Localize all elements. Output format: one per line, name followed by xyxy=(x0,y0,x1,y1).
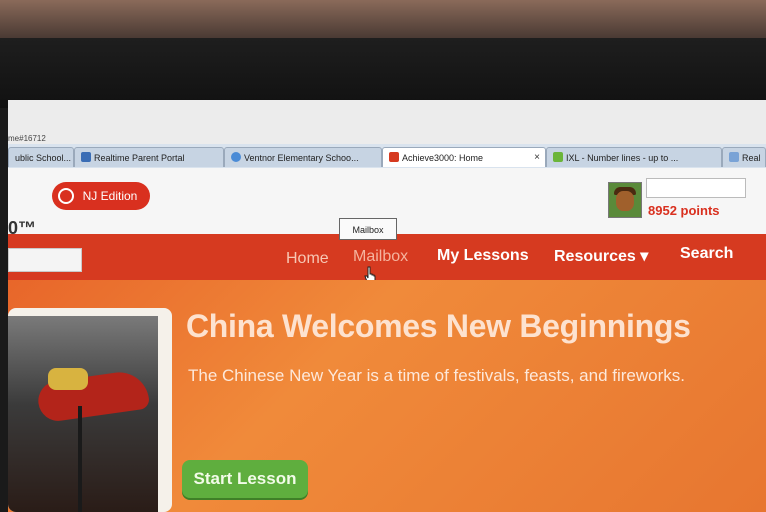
page-favicon-icon xyxy=(729,152,739,162)
nav-search[interactable]: Search xyxy=(680,245,733,263)
tab-label: Realtime Parent Portal xyxy=(94,153,185,163)
globe-icon xyxy=(58,188,74,204)
dragon-head-shape xyxy=(48,368,88,390)
nav-mailbox[interactable]: Mailbox xyxy=(353,248,408,266)
points-label: 8952 points xyxy=(648,203,720,218)
tab-strip: ublic School... Realtime Parent Portal V… xyxy=(8,144,766,169)
lesson-thumbnail[interactable] xyxy=(8,308,172,512)
tab-label: IXL - Number lines - up to ... xyxy=(566,153,679,163)
lesson-subtitle: The Chinese New Year is a time of festiv… xyxy=(188,366,686,385)
nav-home[interactable]: Home xyxy=(286,250,329,268)
portal-favicon-icon xyxy=(81,152,91,162)
ie-favicon-icon xyxy=(231,152,241,162)
mailbox-tooltip: Mailbox xyxy=(339,218,397,240)
ixl-favicon-icon xyxy=(553,152,563,162)
username-field[interactable] xyxy=(646,178,746,198)
monitor-bezel xyxy=(0,38,766,108)
tab-public-school[interactable]: ublic School... xyxy=(8,147,74,167)
avatar-face xyxy=(616,191,634,211)
address-bar[interactable]: me#16712 xyxy=(8,100,766,145)
tab-label: Achieve3000: Home xyxy=(402,153,484,163)
nav-resources[interactable]: Resources ▾ xyxy=(554,246,648,266)
achieve3000-favicon-icon xyxy=(389,152,399,162)
tab-label: Real xyxy=(742,153,761,163)
tab-achieve3000-home[interactable]: Achieve3000: Home × xyxy=(382,147,546,167)
lesson-image xyxy=(8,316,158,512)
start-lesson-button[interactable]: Start Lesson xyxy=(182,460,308,498)
tab-label: Ventnor Elementary Schoo... xyxy=(244,153,359,163)
avatar[interactable] xyxy=(608,182,642,218)
pole-shape xyxy=(78,406,82,512)
lesson-title: China Welcomes New Beginnings xyxy=(186,308,691,344)
edition-label: NJ Edition xyxy=(82,189,138,203)
monitor-background xyxy=(0,0,766,38)
tab-ixl[interactable]: IXL - Number lines - up to ... xyxy=(546,147,722,167)
close-tab-icon[interactable]: × xyxy=(534,148,540,167)
url-text: me#16712 xyxy=(8,134,46,143)
search-input[interactable] xyxy=(8,248,82,272)
edition-badge[interactable]: NJ Edition xyxy=(52,182,150,210)
tab-realtime-parent-portal[interactable]: Realtime Parent Portal xyxy=(74,147,224,167)
nav-my-lessons[interactable]: My Lessons xyxy=(437,247,529,265)
tab-real[interactable]: Real xyxy=(722,147,766,167)
tab-ventnor-elementary[interactable]: Ventnor Elementary Schoo... xyxy=(224,147,382,167)
tab-label: ublic School... xyxy=(15,153,72,163)
